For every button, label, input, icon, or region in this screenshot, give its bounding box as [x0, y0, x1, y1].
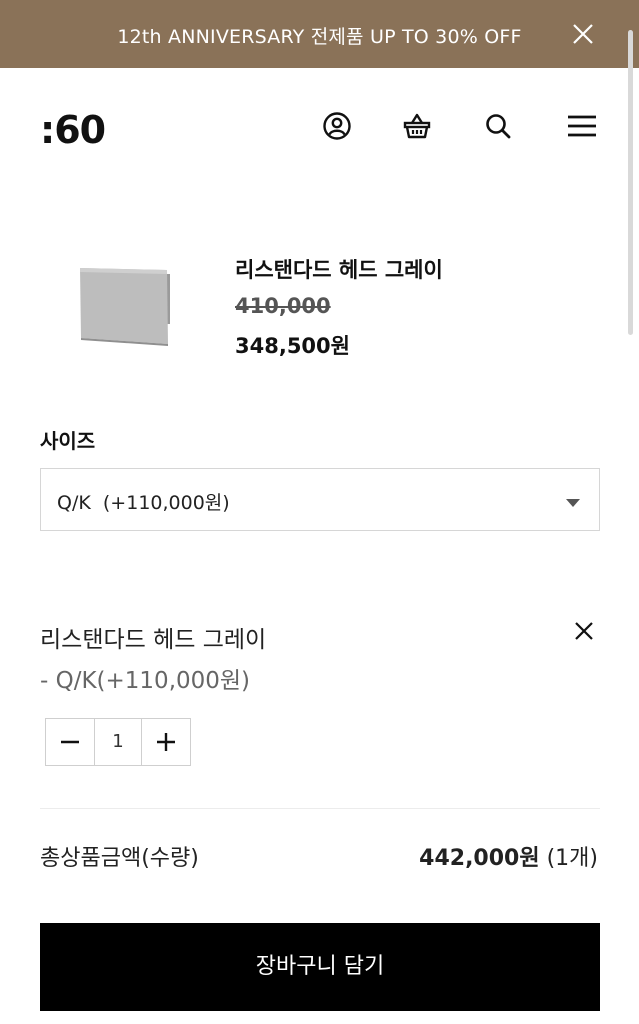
add-to-cart-button[interactable]: 장바구니 담기: [40, 923, 600, 1011]
promo-banner-text: 12th ANNIVERSARY 전제품 UP TO 30% OFF: [117, 26, 522, 48]
sale-price: 348,500원: [235, 334, 350, 358]
product-name: 리스탠다드 헤드 그레이: [235, 258, 443, 282]
total-price: 442,000원 (1개): [419, 840, 598, 872]
selected-item-option: - Q/K(+110,000원): [40, 668, 251, 694]
product-image: [70, 260, 180, 350]
size-selected-value: Q/K (+110,000원): [57, 492, 230, 514]
selected-item-name: 리스탠다드 헤드 그레이: [40, 627, 267, 653]
basket-icon[interactable]: [401, 110, 433, 142]
quantity-input[interactable]: 1: [94, 719, 142, 765]
close-icon[interactable]: [569, 20, 597, 48]
logo[interactable]: :60: [40, 108, 106, 152]
divider: [40, 808, 600, 809]
size-label: 사이즈: [40, 429, 96, 453]
quantity-stepper: 1: [45, 718, 191, 766]
original-price: 410,000: [235, 294, 331, 318]
product-summary: 리스탠다드 헤드 그레이 410,000 348,500원: [0, 230, 639, 370]
total-label: 총상품금액(수량): [40, 846, 199, 871]
promo-banner: 12th ANNIVERSARY 전제품 UP TO 30% OFF: [0, 0, 639, 68]
increase-quantity-button[interactable]: [142, 719, 190, 765]
total-amount: 442,000원: [419, 846, 540, 871]
decrease-quantity-button[interactable]: [46, 719, 94, 765]
search-icon[interactable]: [482, 110, 514, 142]
chevron-down-icon: [565, 494, 581, 507]
size-select[interactable]: Q/K (+110,000원): [40, 468, 600, 531]
total-count: (1개): [546, 846, 598, 871]
site-header: :60: [0, 68, 639, 186]
menu-icon[interactable]: [566, 110, 598, 142]
close-icon[interactable]: [571, 618, 597, 644]
account-icon[interactable]: [321, 110, 353, 142]
